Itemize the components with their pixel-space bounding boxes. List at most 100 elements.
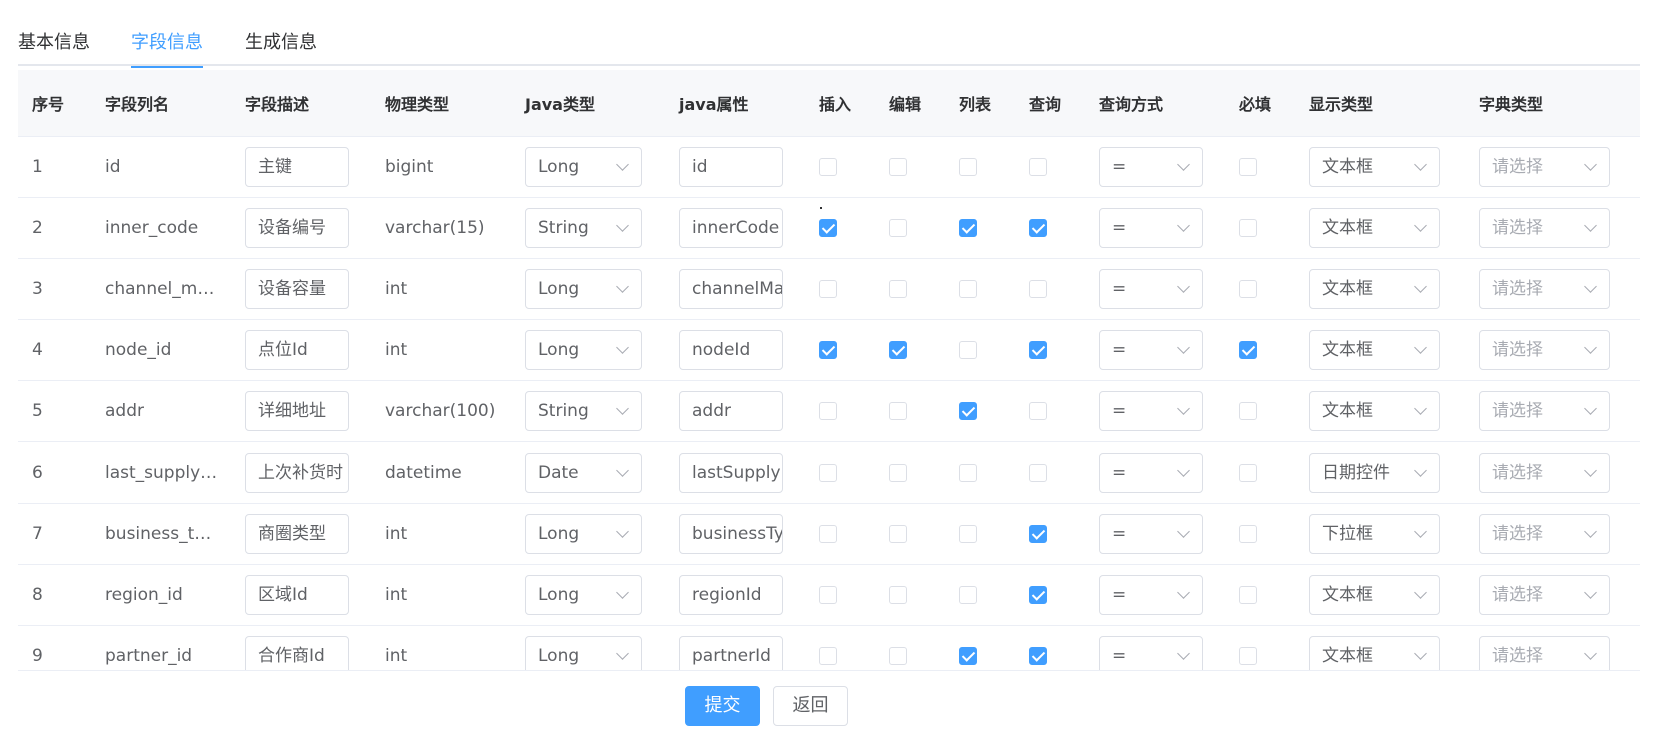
insert-checkbox[interactable] xyxy=(819,585,837,604)
query-checkbox[interactable] xyxy=(1029,157,1047,176)
query-type-select[interactable]: = xyxy=(1099,636,1203,670)
java-prop-input[interactable]: channelMa xyxy=(679,268,783,309)
insert-checkbox[interactable] xyxy=(819,218,837,237)
dict-type-select[interactable]: 请选择 xyxy=(1479,513,1610,554)
query-checkbox[interactable] xyxy=(1029,341,1047,360)
java-prop-input[interactable]: businessTy xyxy=(679,513,783,554)
java-prop-input[interactable]: nodeId xyxy=(679,330,783,371)
list-checkbox[interactable] xyxy=(959,524,977,543)
required-checkbox[interactable] xyxy=(1239,402,1257,421)
java-type-select[interactable]: Long xyxy=(525,330,642,371)
required-checkbox[interactable] xyxy=(1239,463,1257,482)
query-type-select[interactable]: = xyxy=(1099,146,1203,187)
list-checkbox[interactable] xyxy=(959,647,977,666)
dict-type-select[interactable]: 请选择 xyxy=(1479,268,1610,309)
query-checkbox[interactable] xyxy=(1029,585,1047,604)
query-type-select[interactable]: = xyxy=(1099,207,1203,248)
dict-type-select[interactable]: 请选择 xyxy=(1479,452,1610,493)
java-prop-input[interactable]: lastSupply xyxy=(679,452,783,493)
java-type-select[interactable]: Long xyxy=(525,268,642,309)
query-type-select[interactable]: = xyxy=(1099,330,1203,371)
field-table-container[interactable]: 序号 字段列名 字段描述 物理类型 Java类型 java属性 插入 编辑 列表 查询 查询方式 必填… xyxy=(18,70,1640,670)
required-checkbox[interactable] xyxy=(1239,157,1257,176)
query-type-select[interactable]: = xyxy=(1099,268,1203,309)
field-desc-input[interactable]: 区域Id xyxy=(245,574,349,615)
java-prop-input[interactable]: addr xyxy=(679,391,783,432)
query-type-select[interactable]: = xyxy=(1099,391,1203,432)
display-type-select[interactable]: 文本框 xyxy=(1309,636,1440,670)
tab-generate-info[interactable]: 生成信息 xyxy=(245,28,317,66)
insert-checkbox[interactable] xyxy=(819,463,837,482)
java-type-select[interactable]: Long xyxy=(525,574,642,615)
insert-checkbox[interactable] xyxy=(819,402,837,421)
list-checkbox[interactable] xyxy=(959,157,977,176)
insert-checkbox[interactable] xyxy=(819,157,837,176)
display-type-select[interactable]: 文本框 xyxy=(1309,391,1440,432)
insert-checkbox[interactable] xyxy=(819,647,837,666)
required-checkbox[interactable] xyxy=(1239,279,1257,298)
display-type-select[interactable]: 文本框 xyxy=(1309,330,1440,371)
list-checkbox[interactable] xyxy=(959,402,977,421)
edit-checkbox[interactable] xyxy=(889,218,907,237)
list-checkbox[interactable] xyxy=(959,279,977,298)
tab-field-info[interactable]: 字段信息 xyxy=(131,28,203,68)
required-checkbox[interactable] xyxy=(1239,524,1257,543)
java-type-select[interactable]: String xyxy=(525,207,642,248)
java-prop-input[interactable]: regionId xyxy=(679,574,783,615)
dict-type-select[interactable]: 请选择 xyxy=(1479,207,1610,248)
java-type-select[interactable]: Date xyxy=(525,452,642,493)
edit-checkbox[interactable] xyxy=(889,402,907,421)
required-checkbox[interactable] xyxy=(1239,647,1257,666)
edit-checkbox[interactable] xyxy=(889,279,907,298)
field-desc-input[interactable]: 详细地址 xyxy=(245,391,349,432)
field-desc-input[interactable]: 设备编号 xyxy=(245,207,349,248)
edit-checkbox[interactable] xyxy=(889,157,907,176)
display-type-select[interactable]: 文本框 xyxy=(1309,574,1440,615)
java-prop-input[interactable]: innerCode xyxy=(679,207,783,248)
dict-type-select[interactable]: 请选择 xyxy=(1479,146,1610,187)
field-desc-input[interactable]: 主键 xyxy=(245,146,349,187)
query-type-select[interactable]: = xyxy=(1099,452,1203,493)
java-type-select[interactable]: Long xyxy=(525,146,642,187)
field-desc-input[interactable]: 合作商Id xyxy=(245,636,349,670)
query-checkbox[interactable] xyxy=(1029,279,1047,298)
query-type-select[interactable]: = xyxy=(1099,513,1203,554)
query-checkbox[interactable] xyxy=(1029,218,1047,237)
insert-checkbox[interactable] xyxy=(819,524,837,543)
display-type-select[interactable]: 日期控件 xyxy=(1309,452,1440,493)
query-checkbox[interactable] xyxy=(1029,647,1047,666)
dict-type-select[interactable]: 请选择 xyxy=(1479,391,1610,432)
display-type-select[interactable]: 下拉框 xyxy=(1309,513,1440,554)
list-checkbox[interactable] xyxy=(959,585,977,604)
edit-checkbox[interactable] xyxy=(889,341,907,360)
required-checkbox[interactable] xyxy=(1239,341,1257,360)
query-checkbox[interactable] xyxy=(1029,402,1047,421)
field-desc-input[interactable]: 商圈类型 xyxy=(245,513,349,554)
list-checkbox[interactable] xyxy=(959,463,977,482)
display-type-select[interactable]: 文本框 xyxy=(1309,146,1440,187)
query-type-select[interactable]: = xyxy=(1099,574,1203,615)
dict-type-select[interactable]: 请选择 xyxy=(1479,330,1610,371)
edit-checkbox[interactable] xyxy=(889,647,907,666)
java-type-select[interactable]: String xyxy=(525,391,642,432)
submit-button[interactable]: 提交 xyxy=(685,686,760,726)
field-desc-input[interactable]: 设备容量 xyxy=(245,268,349,309)
java-prop-input[interactable]: partnerId xyxy=(679,636,783,670)
edit-checkbox[interactable] xyxy=(889,524,907,543)
field-desc-input[interactable]: 点位Id xyxy=(245,330,349,371)
query-checkbox[interactable] xyxy=(1029,524,1047,543)
list-checkbox[interactable] xyxy=(959,341,977,360)
insert-checkbox[interactable] xyxy=(819,279,837,298)
edit-checkbox[interactable] xyxy=(889,463,907,482)
display-type-select[interactable]: 文本框 xyxy=(1309,207,1440,248)
java-prop-input[interactable]: id xyxy=(679,146,783,187)
java-type-select[interactable]: Long xyxy=(525,636,642,670)
back-button[interactable]: 返回 xyxy=(773,686,848,726)
insert-checkbox[interactable] xyxy=(819,341,837,360)
required-checkbox[interactable] xyxy=(1239,585,1257,604)
dict-type-select[interactable]: 请选择 xyxy=(1479,574,1610,615)
field-desc-input[interactable]: 上次补货时 xyxy=(245,452,349,493)
list-checkbox[interactable] xyxy=(959,218,977,237)
dict-type-select[interactable]: 请选择 xyxy=(1479,636,1610,670)
query-checkbox[interactable] xyxy=(1029,463,1047,482)
